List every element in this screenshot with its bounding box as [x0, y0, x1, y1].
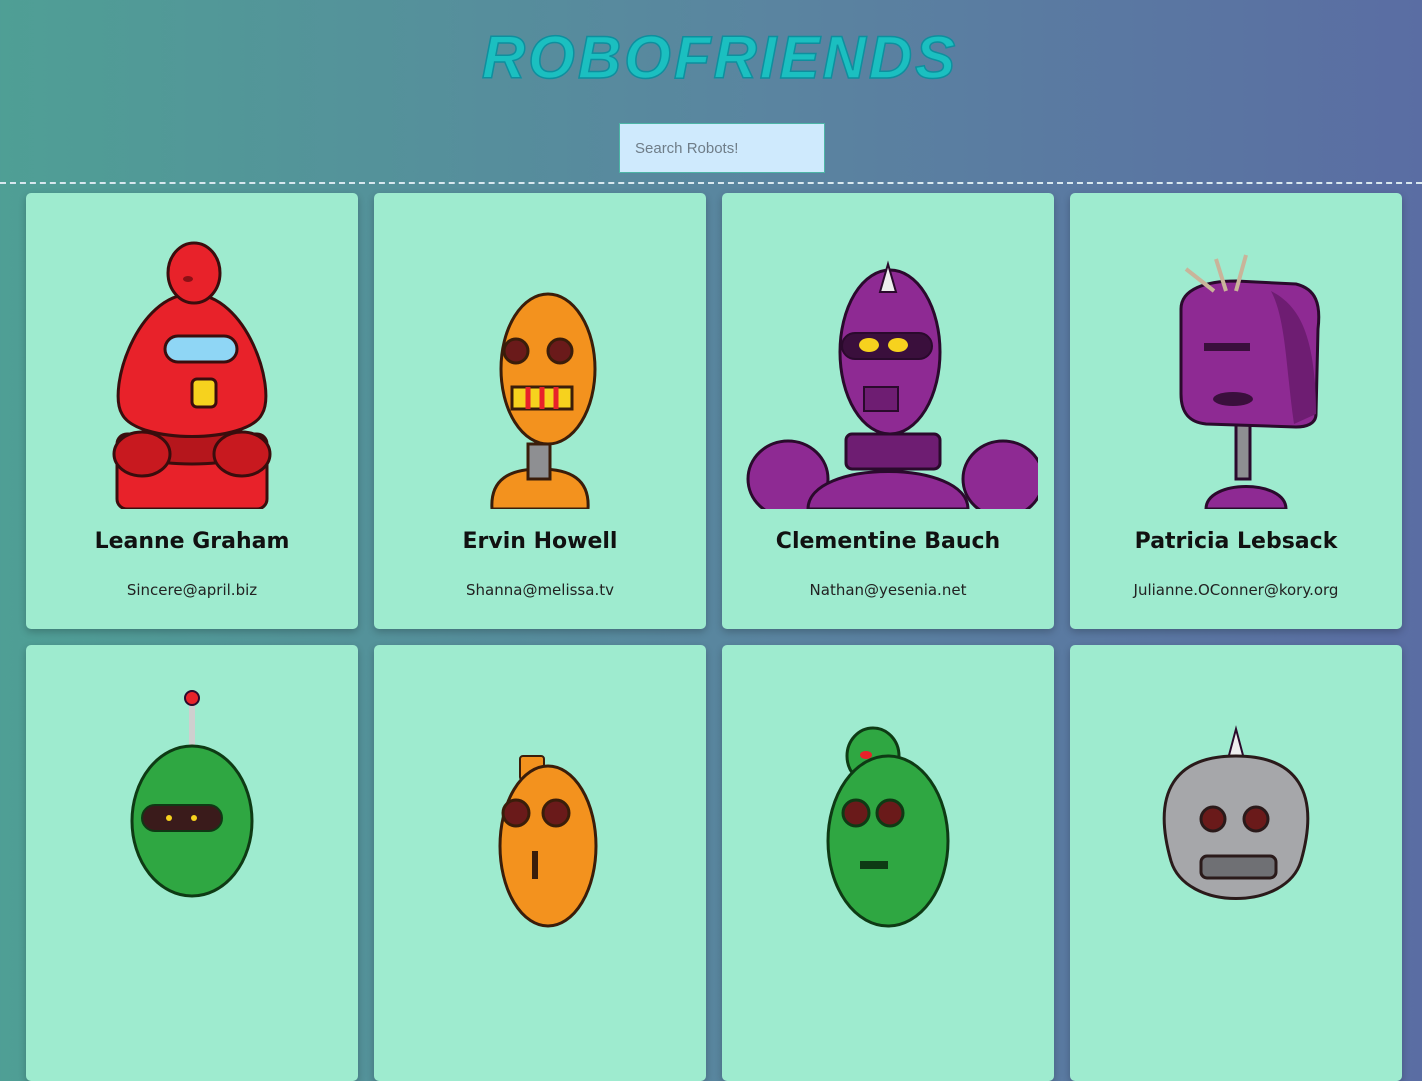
robot-name: Leanne Graham	[94, 529, 290, 554]
robot-card[interactable]: Leanne Graham Sincere@april.biz	[26, 193, 358, 629]
robot-email: Shanna@melissa.tv	[466, 581, 614, 599]
app-title: ROBOFRIENDS	[482, 24, 958, 91]
robot-avatar-image	[130, 690, 254, 898]
header: ROBOFRIENDS	[0, 0, 1422, 184]
robot-avatar-image	[112, 241, 272, 509]
robot-avatar-image	[746, 260, 1038, 509]
robot-name: Patricia Lebsack	[1134, 529, 1338, 554]
robot-card[interactable]: Clementine Bauch Nathan@yesenia.net	[722, 193, 1054, 629]
robot-name: Clementine Bauch	[775, 529, 1001, 554]
robot-card[interactable]	[1070, 645, 1402, 1081]
robot-card[interactable]	[722, 645, 1054, 1081]
robot-card[interactable]	[26, 645, 358, 1081]
robot-name: Ervin Howell	[462, 529, 618, 554]
robot-email: Sincere@april.biz	[126, 581, 258, 599]
robot-card[interactable]: Patricia Lebsack Julianne.OConner@kory.o…	[1070, 193, 1402, 629]
search-input[interactable]	[619, 123, 825, 173]
scroll-divider	[0, 182, 1422, 184]
robot-avatar-image	[1179, 254, 1321, 509]
robot-avatar-image	[826, 726, 950, 928]
robot-avatar-image	[490, 292, 597, 509]
robot-card[interactable]	[374, 645, 706, 1081]
robot-avatar-image	[498, 755, 598, 928]
robot-email: Nathan@yesenia.net	[809, 581, 967, 599]
robot-email: Julianne.OConner@kory.org	[1133, 581, 1339, 599]
robot-avatar-image	[1162, 725, 1310, 900]
robot-card[interactable]: Ervin Howell Shanna@melissa.tv	[374, 193, 706, 629]
app-logo: ROBOFRIENDS	[481, 23, 958, 92]
